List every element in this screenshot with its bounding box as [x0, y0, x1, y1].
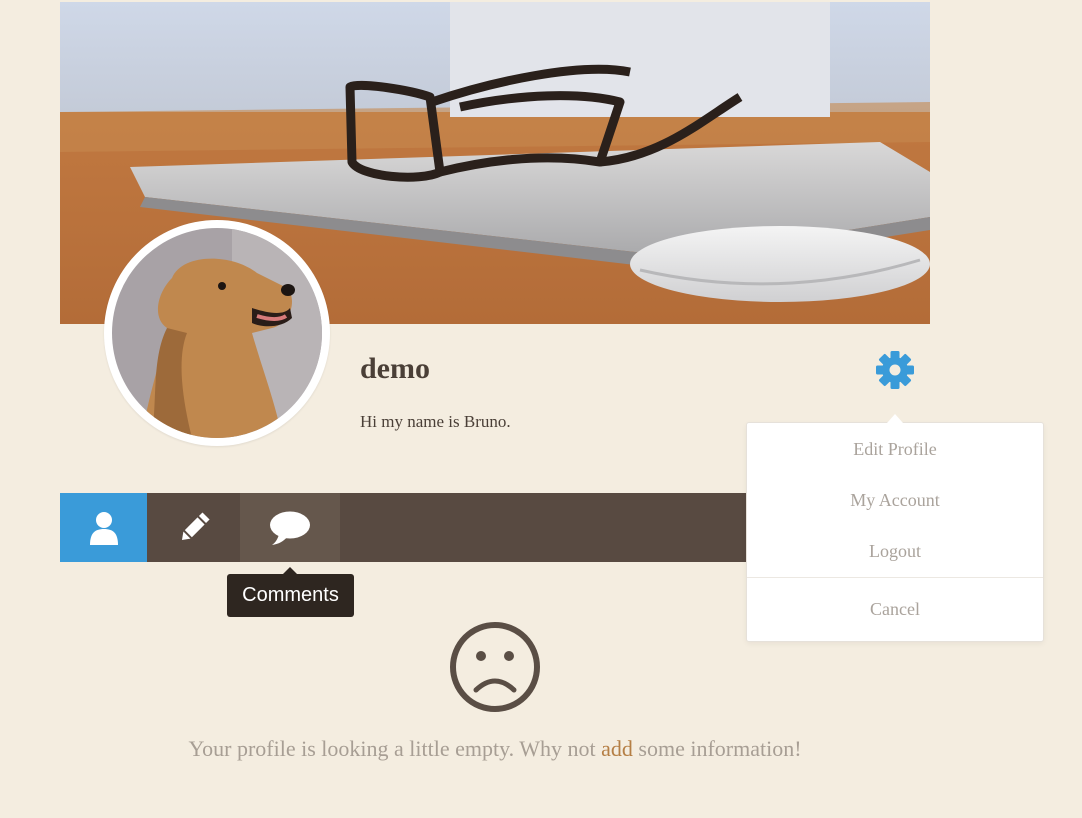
menu-divider — [747, 577, 1043, 578]
profile-bio: Hi my name is Bruno. — [360, 412, 511, 431]
avatar — [104, 220, 330, 446]
menu-item-logout[interactable]: Logout — [747, 541, 1043, 562]
add-information-link[interactable]: add — [601, 736, 633, 761]
empty-state-message: Your profile is looking a little empty. … — [0, 736, 990, 762]
menu-item-edit-profile[interactable]: Edit Profile — [747, 439, 1043, 460]
tab-posts[interactable] — [147, 493, 240, 562]
menu-item-cancel[interactable]: Cancel — [747, 599, 1043, 620]
profile-username: demo — [360, 352, 430, 385]
tab-about[interactable] — [60, 493, 147, 562]
speech-bubble-icon — [270, 511, 310, 545]
user-icon — [89, 511, 118, 545]
pencil-icon — [181, 511, 210, 540]
gear-icon[interactable] — [875, 350, 915, 390]
tab-comments[interactable] — [240, 493, 340, 562]
empty-state-text-after: some information! — [632, 736, 802, 761]
comments-tooltip: Comments — [227, 567, 354, 617]
sad-face-icon — [448, 620, 542, 714]
empty-state-text-before: Your profile is looking a little empty. … — [188, 736, 602, 761]
menu-item-my-account[interactable]: My Account — [747, 490, 1043, 511]
settings-menu: Edit Profile My Account Logout Cancel — [746, 414, 1044, 642]
